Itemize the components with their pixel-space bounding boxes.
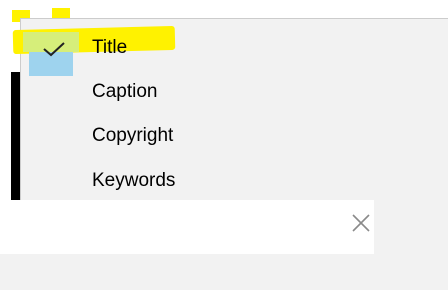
menu-item-title[interactable]: Title	[12, 25, 448, 76]
dialog-body	[0, 254, 374, 290]
menu-item-keywords[interactable]: Keywords	[21, 159, 448, 203]
check-icon	[43, 42, 65, 57]
menu-item-label: Title	[92, 37, 128, 58]
background-window-edge	[0, 72, 20, 200]
menu-item-label: Caption	[92, 81, 158, 102]
menu-item-copyright[interactable]: Copyright	[21, 114, 448, 158]
menu-item-label: Keywords	[92, 170, 176, 191]
close-icon[interactable]	[350, 212, 372, 234]
menu-item-caption[interactable]: Caption	[21, 70, 448, 114]
menu-item-label: Copyright	[92, 125, 174, 146]
dialog	[0, 200, 374, 290]
